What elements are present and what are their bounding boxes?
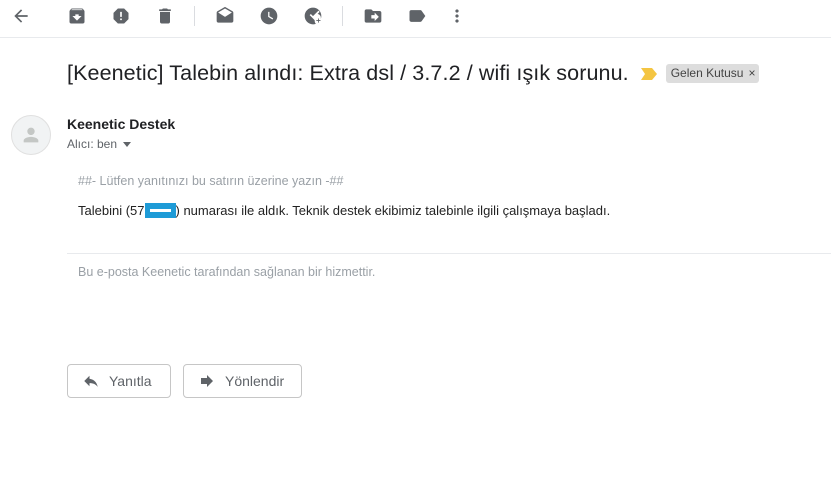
mark-unread-icon[interactable] bbox=[212, 3, 238, 29]
remove-label-icon[interactable]: × bbox=[748, 66, 755, 80]
redaction-mark bbox=[144, 203, 176, 218]
more-vert-icon[interactable] bbox=[444, 3, 470, 29]
delete-icon[interactable] bbox=[152, 3, 178, 29]
divider bbox=[67, 253, 831, 254]
report-spam-icon[interactable] bbox=[108, 3, 134, 29]
forward-icon bbox=[201, 375, 213, 387]
reply-button[interactable]: Yanıtla bbox=[67, 364, 171, 398]
subject-row: [Keenetic] Talebin alındı: Extra dsl / 3… bbox=[67, 58, 760, 88]
sender-name[interactable]: Keenetic Destek bbox=[67, 116, 175, 132]
label-chip-text: Gelen Kutusu bbox=[670, 65, 744, 80]
toolbar-separator bbox=[342, 6, 343, 26]
reply-hint: ##- Lütfen yanıtınızı bu satırın üzerine… bbox=[78, 174, 344, 188]
recipient-text: Alıcı: ben bbox=[67, 137, 118, 151]
add-task-icon[interactable] bbox=[300, 3, 326, 29]
label-chip-inbox[interactable]: Gelen Kutusu × bbox=[665, 63, 760, 83]
snooze-icon[interactable] bbox=[256, 3, 282, 29]
forward-button[interactable]: Yönlendir bbox=[183, 364, 302, 398]
toolbar-separator bbox=[194, 6, 195, 26]
archive-icon[interactable] bbox=[64, 3, 90, 29]
reply-icon bbox=[84, 375, 98, 387]
importance-marker-icon[interactable] bbox=[640, 67, 657, 80]
back-arrow-icon[interactable] bbox=[8, 3, 34, 29]
person-icon bbox=[23, 127, 39, 143]
chevron-down-icon[interactable] bbox=[123, 141, 132, 147]
forward-button-label: Yönlendir bbox=[225, 373, 285, 389]
avatar[interactable] bbox=[11, 115, 51, 155]
labels-icon[interactable] bbox=[404, 3, 430, 29]
body-text-after: ) numarası ile aldık. Teknik destek ekib… bbox=[175, 203, 611, 218]
reply-button-label: Yanıtla bbox=[109, 373, 152, 389]
toolbar bbox=[0, 0, 831, 38]
recipient-line: Alıcı: ben bbox=[67, 137, 132, 151]
email-footer: Bu e-posta Keenetic tarafından sağlanan … bbox=[78, 265, 376, 279]
email-subject: [Keenetic] Talebin alındı: Extra dsl / 3… bbox=[67, 60, 629, 85]
move-to-icon[interactable] bbox=[360, 3, 386, 29]
body-text-before: Talebini (57 bbox=[78, 203, 145, 218]
email-body: Talebini (57 ) numarası ile aldık. Teknik… bbox=[78, 203, 610, 218]
